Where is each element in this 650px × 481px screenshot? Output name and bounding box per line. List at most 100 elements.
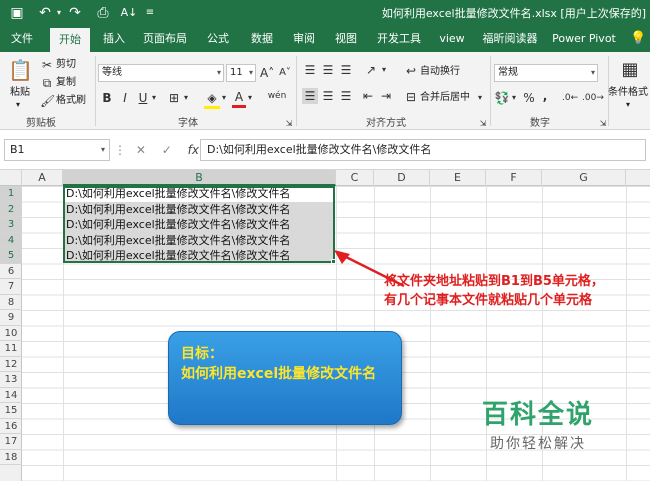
tab-foxit-reader[interactable]: 福昕阅读器 — [480, 26, 540, 52]
tab-review[interactable]: 审阅 — [286, 26, 322, 52]
select-all-corner[interactable] — [0, 170, 22, 186]
formula-input[interactable]: D:\如何利用excel批量修改文件名\修改文件名 — [200, 139, 646, 161]
align-bottom-icon[interactable]: ☰ — [338, 62, 354, 78]
conditional-format-dropdown-icon[interactable]: ▾ — [626, 98, 630, 112]
orientation-icon[interactable]: ↗ — [362, 62, 380, 78]
fill-color-icon[interactable]: ◈ — [204, 90, 220, 109]
currency-dropdown-icon[interactable]: ▾ — [510, 90, 518, 106]
font-name-combo[interactable]: 等线 ▾ — [98, 64, 224, 82]
row-header[interactable]: 16 — [0, 419, 22, 434]
wrap-text-button[interactable]: 自动换行 — [420, 65, 460, 79]
column-headers: A B C D E F G — [0, 170, 650, 186]
align-right-icon[interactable]: ☰ — [338, 88, 354, 104]
cell-b2[interactable]: D:\如何利用excel批量修改文件名\修改文件名 — [66, 202, 290, 218]
row-header[interactable]: 7 — [0, 279, 22, 295]
align-left-icon[interactable]: ☰ — [302, 88, 318, 104]
row-header[interactable]: 1 — [0, 186, 22, 202]
row-header[interactable]: 3 — [0, 217, 22, 233]
paste-icon[interactable]: 📋 — [8, 58, 33, 82]
tab-view[interactable]: 视图 — [328, 26, 364, 52]
align-center-icon[interactable]: ☰ — [320, 88, 336, 104]
merge-center-button[interactable]: 合并后居中 — [420, 91, 470, 105]
comma-button[interactable]: , — [540, 88, 550, 104]
underline-dropdown-icon[interactable]: ▾ — [150, 90, 158, 106]
column-header[interactable]: B — [63, 170, 336, 186]
customize-icon[interactable]: ≡ — [144, 4, 156, 22]
print-preview-icon[interactable]: ⎙ — [94, 4, 112, 22]
row-header[interactable]: 15 — [0, 403, 22, 419]
number-format-combo[interactable]: 常规 ▾ — [494, 64, 598, 82]
row-header[interactable]: 6 — [0, 264, 22, 279]
enter-icon[interactable]: ✓ — [162, 143, 172, 157]
row-header[interactable]: 12 — [0, 357, 22, 372]
watermark-subtitle: 助你轻松解决 — [490, 436, 586, 452]
row-header[interactable]: 8 — [0, 295, 22, 310]
cell-b4[interactable]: D:\如何利用excel批量修改文件名\修改文件名 — [66, 233, 290, 249]
percent-button[interactable]: % — [522, 90, 536, 106]
bold-button[interactable]: B — [100, 90, 114, 106]
save-icon[interactable]: ▣ — [8, 4, 26, 22]
cancel-icon[interactable]: ✕ — [136, 143, 146, 157]
cell-b5[interactable]: D:\如何利用excel批量修改文件名\修改文件名 — [66, 248, 290, 264]
column-header[interactable]: A — [22, 170, 63, 186]
border-icon[interactable]: ⊞ — [166, 90, 182, 106]
sort-icon[interactable]: A↓ — [120, 4, 138, 22]
merge-dropdown-icon[interactable]: ▾ — [476, 90, 484, 106]
row-header[interactable]: 14 — [0, 388, 22, 403]
copy-button[interactable]: 复制 — [56, 76, 76, 90]
font-size-combo[interactable]: 11 ▾ — [226, 64, 256, 82]
column-header[interactable]: E — [430, 170, 486, 186]
decrease-indent-icon[interactable]: ⇤ — [360, 88, 376, 104]
column-header[interactable]: C — [336, 170, 374, 186]
orientation-dropdown-icon[interactable]: ▾ — [380, 62, 388, 78]
row-header[interactable]: 17 — [0, 434, 22, 450]
lightbulb-icon[interactable]: 💡 — [630, 26, 646, 52]
tab-developer[interactable]: 开发工具 — [372, 26, 426, 52]
tab-page-layout[interactable]: 页面布局 — [140, 26, 190, 52]
row-header[interactable]: 18 — [0, 450, 22, 465]
currency-icon[interactable]: 💱 — [494, 90, 510, 106]
row-header[interactable]: 9 — [0, 310, 22, 326]
column-header[interactable]: F — [486, 170, 542, 186]
cut-button[interactable]: 剪切 — [56, 58, 76, 72]
conditional-format-icon[interactable]: ▦ — [618, 58, 642, 82]
border-dropdown-icon[interactable]: ▾ — [182, 90, 190, 106]
redo-icon[interactable]: ↷ — [66, 4, 84, 22]
row-header[interactable]: 4 — [0, 232, 22, 248]
tab-formulas[interactable]: 公式 — [200, 26, 236, 52]
tab-view-en[interactable]: view — [434, 26, 470, 52]
undo-dropdown-icon[interactable]: ▾ — [54, 4, 64, 22]
row-header[interactable]: 13 — [0, 372, 22, 388]
format-painter-button[interactable]: 格式刷 — [56, 94, 86, 108]
decrease-font-icon[interactable]: A˅ — [278, 65, 292, 81]
tab-data[interactable]: 数据 — [244, 26, 280, 52]
name-box[interactable]: B1 ▾ — [4, 139, 110, 161]
phonetic-button[interactable]: wén — [264, 88, 290, 104]
tab-insert[interactable]: 插入 — [96, 26, 132, 52]
insert-function-button[interactable]: fx — [188, 143, 199, 157]
column-header[interactable]: G — [542, 170, 626, 186]
undo-icon[interactable]: ↶ — [36, 4, 54, 22]
tab-home[interactable]: 开始 — [50, 28, 90, 52]
fill-dropdown-icon[interactable]: ▾ — [220, 90, 228, 106]
increase-font-icon[interactable]: A˄ — [260, 65, 274, 81]
cell-b1[interactable]: D:\如何利用excel批量修改文件名\修改文件名 — [66, 186, 290, 202]
row-header[interactable]: 2 — [0, 201, 22, 217]
row-header[interactable]: 11 — [0, 341, 22, 357]
increase-decimal-icon[interactable]: .0← — [562, 90, 578, 106]
underline-button[interactable]: U — [136, 90, 150, 106]
column-header[interactable]: D — [374, 170, 430, 186]
italic-button[interactable]: I — [118, 90, 132, 106]
cell-b3[interactable]: D:\如何利用excel批量修改文件名\修改文件名 — [66, 217, 290, 233]
font-color-button[interactable]: A — [232, 89, 246, 108]
align-middle-icon[interactable]: ☰ — [320, 62, 336, 78]
increase-indent-icon[interactable]: ⇥ — [378, 88, 394, 104]
align-top-icon[interactable]: ☰ — [302, 62, 318, 78]
row-header[interactable]: 10 — [0, 326, 22, 341]
tab-power-pivot[interactable]: Power Pivot — [552, 26, 616, 52]
paste-dropdown-icon[interactable]: ▾ — [16, 98, 20, 112]
decrease-decimal-icon[interactable]: .00→ — [582, 90, 604, 106]
font-color-dropdown-icon[interactable]: ▾ — [246, 90, 254, 106]
row-header[interactable]: 5 — [0, 248, 22, 264]
tab-file[interactable]: 文件 — [4, 26, 40, 52]
